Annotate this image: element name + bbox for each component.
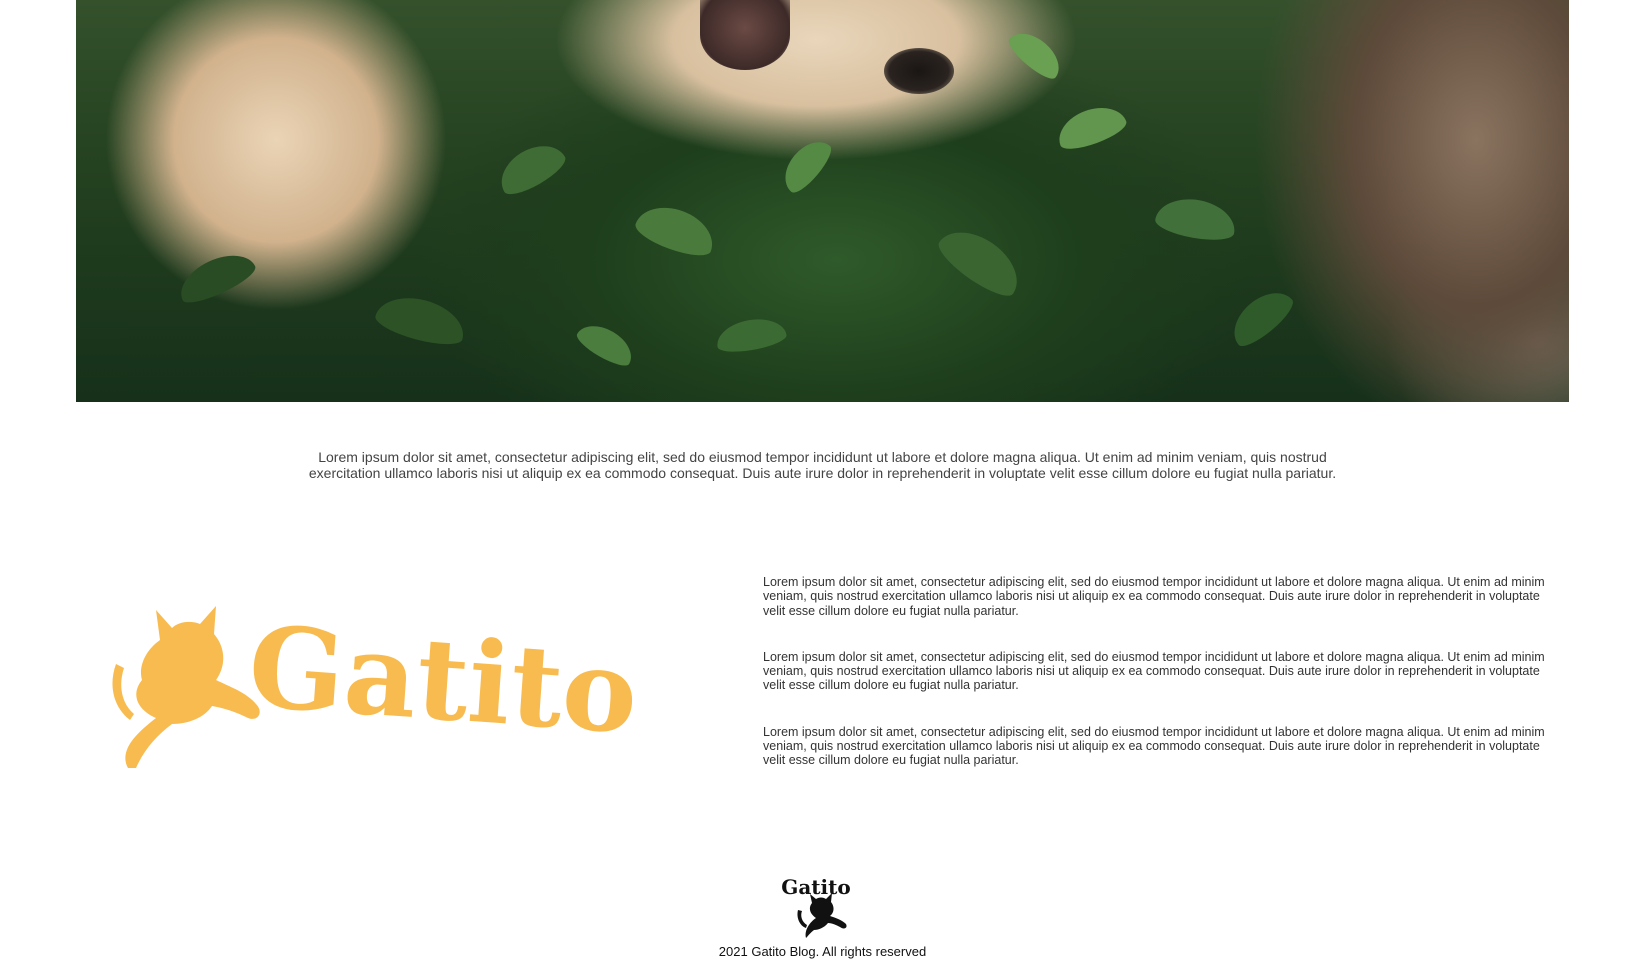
- hero-photo: [76, 0, 1569, 402]
- gatito-logo-text: Gatito: [245, 602, 642, 760]
- dog-nose: [700, 0, 790, 70]
- intro-text: Lorem ipsum dolor sit amet, consectetur …: [308, 449, 1337, 481]
- paragraph: Lorem ipsum dolor sit amet, consectetur …: [763, 649, 1545, 693]
- cat-silhouette-icon: [112, 606, 260, 768]
- gatito-logo: Gatito: [112, 602, 642, 768]
- paragraph: Lorem ipsum dolor sit amet, consectetur …: [763, 724, 1545, 768]
- article-paragraphs: Lorem ipsum dolor sit amet, consectetur …: [763, 575, 1553, 800]
- paragraph: Lorem ipsum dolor sit amet, consectetur …: [763, 575, 1545, 618]
- dog-eye: [884, 48, 954, 94]
- footer-logo[interactable]: Gatito: [776, 872, 856, 942]
- cat-silhouette-icon: [797, 893, 847, 938]
- copyright-text: 2021 Gatito Blog. All rights reserved: [718, 944, 927, 959]
- footer-logo-text: Gatito: [781, 875, 850, 899]
